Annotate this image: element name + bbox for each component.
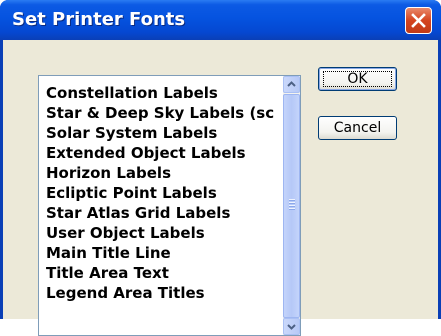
list-item[interactable]: Star Atlas Grid Labels <box>46 203 283 223</box>
list-items: Constellation Labels Star & Deep Sky Lab… <box>46 83 283 328</box>
close-icon <box>411 13 426 28</box>
list-item[interactable]: Main Title Line <box>46 243 283 263</box>
font-category-list[interactable]: Constellation Labels Star & Deep Sky Lab… <box>38 75 301 336</box>
scroll-down-button[interactable] <box>283 318 300 335</box>
dialog-body: Constellation Labels Star & Deep Sky Lab… <box>3 40 438 336</box>
scroll-up-button[interactable] <box>283 76 300 93</box>
scroll-thumb[interactable] <box>283 94 300 318</box>
list-item[interactable]: Title Area Text <box>46 263 283 283</box>
list-item[interactable]: Constellation Labels <box>46 83 283 103</box>
cancel-button[interactable]: Cancel <box>318 116 397 140</box>
ok-button-label: OK <box>347 71 368 87</box>
scroll-up-icon <box>287 81 296 87</box>
list-item[interactable]: Ecliptic Point Labels <box>46 183 283 203</box>
scroll-down-icon <box>287 324 296 330</box>
thumb-grip <box>289 208 295 210</box>
ok-button[interactable]: OK <box>318 67 397 91</box>
close-button[interactable] <box>405 7 432 34</box>
title-bar[interactable]: Set Printer Fonts <box>0 0 441 40</box>
vertical-scrollbar[interactable] <box>283 76 300 335</box>
cancel-button-label: Cancel <box>333 120 382 136</box>
list-item[interactable]: Star & Deep Sky Labels (sc <box>46 103 283 123</box>
list-item[interactable]: Extended Object Labels <box>46 143 283 163</box>
list-item[interactable]: Solar System Labels <box>46 123 283 143</box>
thumb-grip <box>289 205 295 207</box>
thumb-grip <box>289 199 295 201</box>
list-item[interactable]: User Object Labels <box>46 223 283 243</box>
list-item[interactable]: Legend Area Titles <box>46 283 283 303</box>
list-item[interactable]: Horizon Labels <box>46 163 283 183</box>
dialog-window: Set Printer Fonts Constellation Labels S… <box>0 0 441 336</box>
thumb-grip <box>289 202 295 204</box>
window-title: Set Printer Fonts <box>12 9 186 30</box>
